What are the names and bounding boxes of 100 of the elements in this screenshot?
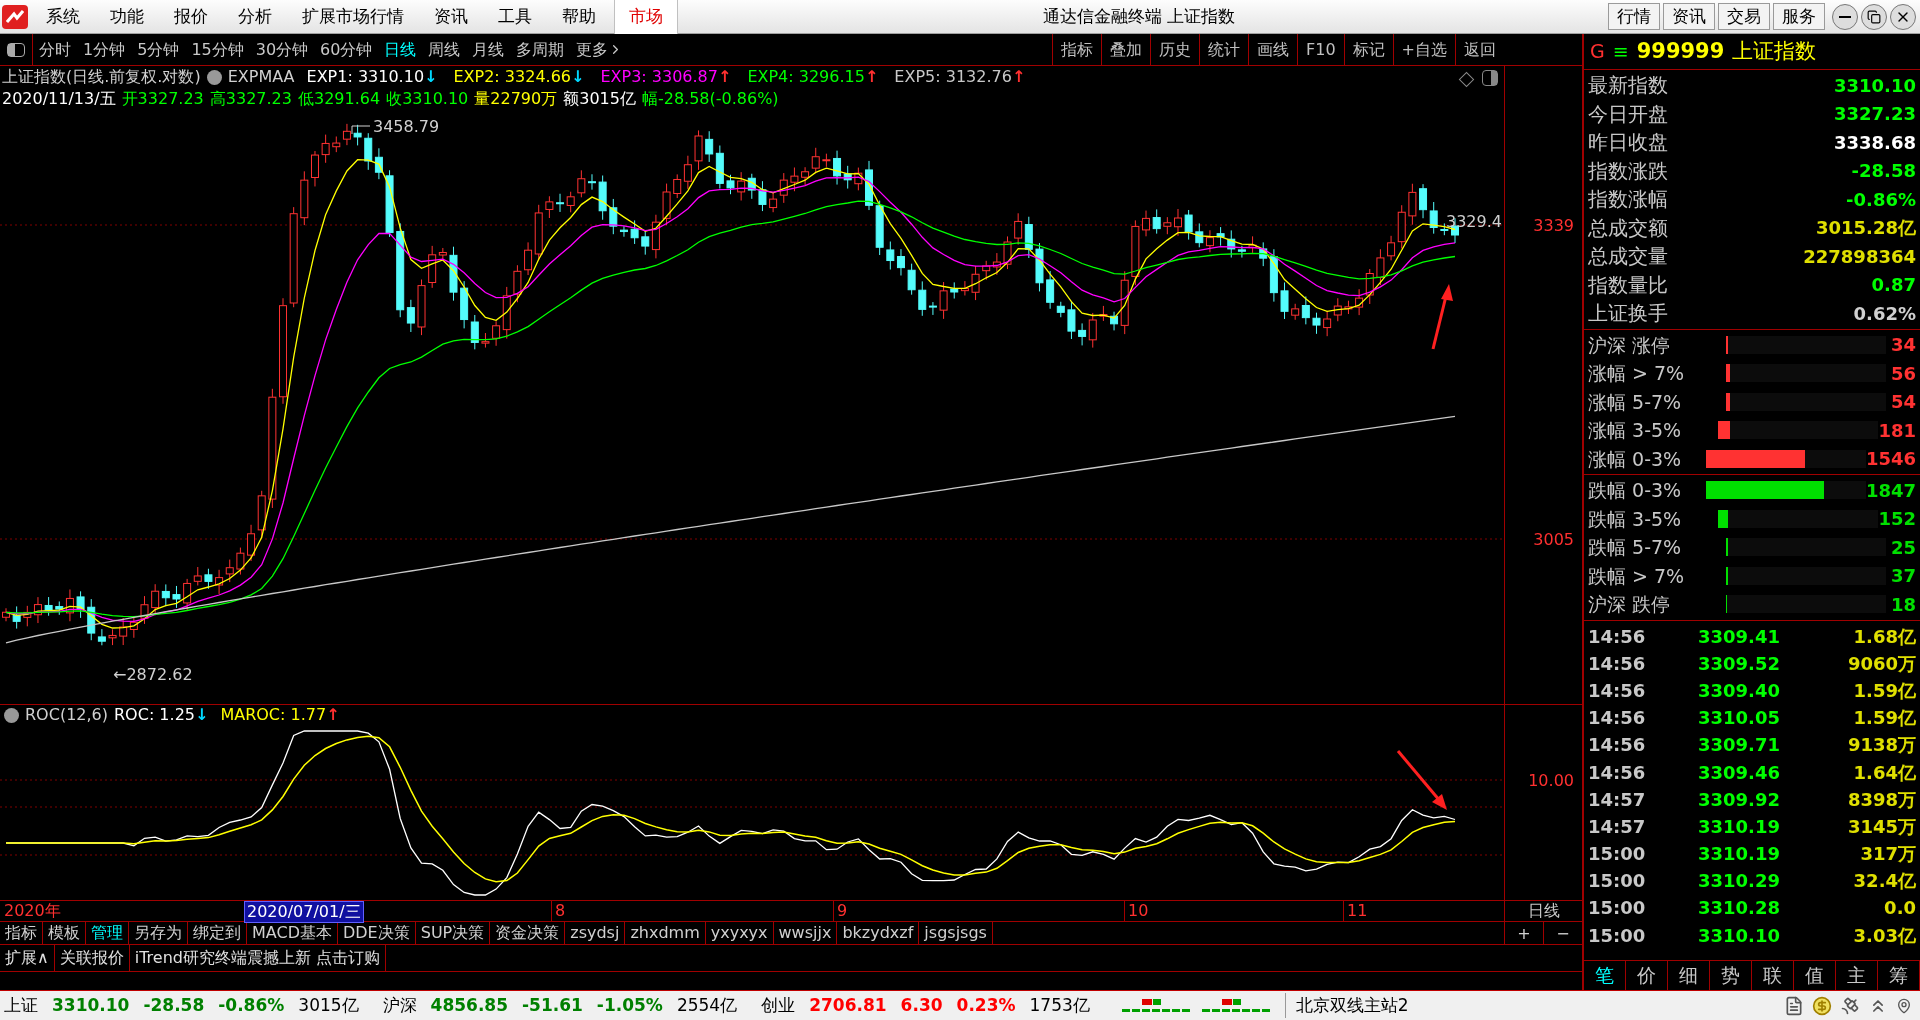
template-tab[interactable]: MACD基本 <box>247 922 338 944</box>
template-tab[interactable]: jsgsjsgs <box>919 922 993 944</box>
menu-item[interactable]: 报价 <box>162 3 220 30</box>
period-tab[interactable]: 5分钟 <box>131 37 186 62</box>
breadth-count: 25 <box>1890 535 1916 560</box>
index-price: 2706.81 <box>809 993 887 1017</box>
chart-tool-button[interactable]: 叠加 <box>1101 34 1151 65</box>
indicator-value: EXP2: 3324.66 <box>453 66 571 88</box>
panel-toggle-icon[interactable] <box>1482 70 1498 86</box>
market-tab[interactable]: 市场 <box>614 0 678 34</box>
period-tab[interactable]: 1分钟 <box>77 37 132 62</box>
template-tab[interactable]: 管理 <box>86 922 129 944</box>
tick-time: 15:00 <box>1588 842 1647 867</box>
period-tab[interactable]: 日线 <box>378 37 423 62</box>
template-tab[interactable]: 资金决策 <box>490 922 566 944</box>
minimize-button[interactable] <box>1832 3 1858 30</box>
chart-tool-button[interactable]: 画线 <box>1248 34 1298 65</box>
index-name: 上证 <box>4 993 38 1017</box>
index-amount: 3015亿 <box>298 993 359 1017</box>
cursor-date-label: 2020/07/01/三 <box>244 901 364 923</box>
menu-item[interactable]: 扩展市场行情 <box>290 3 416 30</box>
chart-tool-button[interactable]: 历史 <box>1150 34 1200 65</box>
pin-icon[interactable] <box>1896 997 1912 1014</box>
stat-label: 上证换手 <box>1588 300 1668 328</box>
template-tab[interactable]: SUP决策 <box>415 922 491 944</box>
chart-tool-button[interactable]: +自选 <box>1392 34 1455 65</box>
menu-icon[interactable]: ≡ <box>1612 37 1629 66</box>
period-tab[interactable]: 周线 <box>422 37 467 62</box>
tick-price: 3310.19 <box>1698 814 1780 839</box>
index-percent: -0.86% <box>218 993 285 1017</box>
template-tab[interactable]: zhxdmm <box>625 922 706 944</box>
close-button[interactable] <box>1890 3 1916 30</box>
restore-button[interactable] <box>1861 3 1887 30</box>
template-tab[interactable]: bkzydxzf <box>837 922 920 944</box>
leader-line <box>351 125 371 135</box>
index-amount: 1753亿 <box>1029 993 1090 1017</box>
template-tab[interactable]: yxyxyx <box>705 922 774 944</box>
extension-tab[interactable]: 关联报价 <box>54 945 130 971</box>
price-axis-label: 3339 <box>1533 215 1574 237</box>
stat-label: 最新指数 <box>1588 72 1668 100</box>
tick-price: 3309.71 <box>1698 733 1780 758</box>
security-code: 999999 <box>1636 37 1725 65</box>
stat-label: 总成交额 <box>1588 214 1668 242</box>
zoom-button[interactable]: − <box>1543 922 1582 944</box>
chart-tool-button[interactable]: 统计 <box>1199 34 1249 65</box>
roc-title: ROC(12,6) <box>25 704 108 726</box>
chart-tool-button[interactable]: F10 <box>1297 34 1344 65</box>
period-tab[interactable]: 15分钟 <box>185 37 250 62</box>
document-icon[interactable] <box>1784 995 1804 1016</box>
stat-label: 指数涨跌 <box>1588 157 1668 185</box>
zoom-button[interactable]: + <box>1504 922 1543 944</box>
breadth-count: 18 <box>1890 592 1916 617</box>
stat-value: 227898364 <box>1803 244 1916 269</box>
index-percent: -1.05% <box>596 993 663 1017</box>
extension-tab[interactable]: iTrend研究终端震撼上新 点击订购 <box>129 945 387 971</box>
chart-title: 上证指数(日线.前复权.对数) <box>2 66 201 88</box>
tick-amount: 1.64亿 <box>1853 760 1916 785</box>
indicator-menu-icon[interactable] <box>4 707 19 723</box>
breadth-count: 54 <box>1890 390 1916 415</box>
extension-tab[interactable]: 扩展∧ <box>0 945 55 971</box>
menu-item[interactable]: 系统 <box>34 3 92 30</box>
template-tab[interactable]: 指标 <box>0 922 43 944</box>
menu-item[interactable]: 工具 <box>486 3 544 30</box>
tick-time: 14:56 <box>1588 651 1647 676</box>
month-label: 9 <box>833 901 848 921</box>
header-button[interactable]: 服务 <box>1773 3 1825 30</box>
stat-label: 昨日收盘 <box>1588 129 1668 157</box>
chart-tool-button[interactable]: 返回 <box>1455 34 1504 65</box>
period-tab[interactable]: 分时 <box>33 37 77 62</box>
menu-item[interactable]: 功能 <box>98 3 156 30</box>
trend-arrow: ↑ <box>717 66 732 88</box>
stat-value: 3338.68 <box>1834 130 1916 155</box>
period-tab[interactable]: 60分钟 <box>314 37 379 62</box>
server-name: 北京双线主站2 <box>1284 992 1409 1019</box>
period-tab[interactable]: 多周期 <box>510 37 571 62</box>
period-tab[interactable]: 更多 <box>570 37 630 62</box>
coin-icon[interactable] <box>1812 995 1832 1016</box>
breadth-label: 涨幅 3-5% <box>1588 418 1683 443</box>
period-tab[interactable]: 月线 <box>466 37 511 62</box>
header-button[interactable]: 行情 <box>1608 3 1660 30</box>
tick-amount: 8398万 <box>1847 787 1916 812</box>
index-name: 创业 <box>761 993 796 1017</box>
menu-item[interactable]: 帮助 <box>550 3 608 30</box>
header-button[interactable]: 资讯 <box>1663 3 1715 30</box>
menu-item[interactable]: 分析 <box>226 3 284 30</box>
chart-tool-button[interactable]: 标记 <box>1343 34 1393 65</box>
period-tab[interactable]: 30分钟 <box>249 37 315 62</box>
indicator-menu-icon[interactable] <box>206 69 222 85</box>
template-tab[interactable]: 模板 <box>43 922 86 944</box>
panel-toggle-icon[interactable] <box>7 42 25 57</box>
template-tab[interactable]: DDE决策 <box>337 922 416 944</box>
tick-time: 14:56 <box>1588 760 1647 785</box>
menu-item[interactable]: 资讯 <box>422 3 480 30</box>
tick-time: 14:56 <box>1588 706 1647 731</box>
template-tab[interactable]: 另存为 <box>129 922 188 944</box>
template-tab[interactable]: 绑定到 <box>188 922 247 944</box>
template-tab[interactable]: wwsjjx <box>773 922 838 944</box>
chart-tool-button[interactable]: 指标 <box>1052 34 1102 65</box>
header-button[interactable]: 交易 <box>1718 3 1770 30</box>
template-tab[interactable]: zsydsj <box>565 922 626 944</box>
